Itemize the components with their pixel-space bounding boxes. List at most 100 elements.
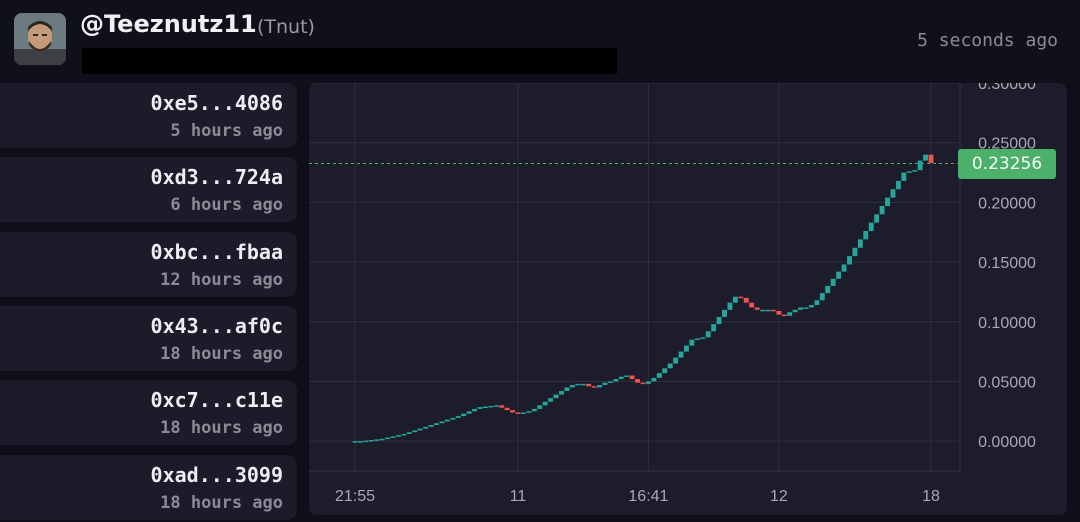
- candle: [847, 256, 852, 265]
- candle: [613, 379, 619, 382]
- candle: [385, 437, 391, 440]
- trade-address: 0xe5...4086: [150, 91, 283, 115]
- redacted-bar: [82, 48, 617, 74]
- y-tick-label: 0.30000: [978, 83, 1036, 93]
- trade-item[interactable]: 0xd3...724a 6 hours ago: [0, 157, 297, 222]
- trade-item[interactable]: 0xad...3099 18 hours ago: [0, 455, 297, 520]
- candle: [401, 433, 407, 436]
- candle: [803, 307, 809, 309]
- candle: [363, 440, 369, 443]
- candle: [754, 307, 760, 310]
- candle: [738, 296, 744, 299]
- y-tick-label: 0.10000: [978, 315, 1036, 332]
- candle: [852, 247, 858, 257]
- candle: [798, 307, 804, 310]
- candle: [890, 189, 896, 198]
- x-tick-label: 12: [770, 488, 788, 505]
- trade-address: 0xad...3099: [150, 463, 283, 487]
- candle: [912, 170, 918, 172]
- current-price-tag: 0.23256: [958, 148, 1056, 179]
- candle: [629, 375, 635, 380]
- candle: [656, 373, 662, 378]
- candle: [444, 419, 450, 422]
- candle: [526, 411, 532, 413]
- trade-item[interactable]: 0xe5...4086 5 hours ago: [0, 83, 297, 148]
- candle: [879, 205, 885, 215]
- candle: [406, 432, 412, 434]
- candle: [493, 405, 499, 407]
- candle: [450, 417, 456, 420]
- candle: [673, 357, 679, 364]
- candle: [857, 239, 863, 248]
- candle: [504, 407, 510, 411]
- candle: [640, 382, 646, 385]
- price-chart-svg: 0.000000.050000.100000.150000.200000.250…: [309, 83, 1036, 505]
- candle: [466, 411, 472, 414]
- candle: [700, 337, 706, 339]
- candle: [689, 339, 695, 346]
- candle: [461, 413, 467, 417]
- candle: [537, 405, 543, 409]
- candle: [542, 401, 548, 406]
- candle: [569, 385, 575, 388]
- candle: [705, 331, 711, 338]
- candle: [374, 439, 380, 441]
- candle: [792, 309, 798, 313]
- candle: [390, 436, 396, 438]
- trade-time: 18 hours ago: [160, 418, 283, 438]
- candle: [379, 438, 385, 441]
- candle: [488, 405, 494, 408]
- candle: [678, 351, 684, 358]
- candle: [727, 302, 733, 310]
- candle: [510, 410, 516, 413]
- candle: [868, 222, 874, 232]
- candle: [765, 309, 771, 312]
- candle: [531, 408, 537, 412]
- trade-time: 18 hours ago: [160, 493, 283, 513]
- candle: [417, 428, 423, 431]
- candle: [607, 381, 613, 383]
- candle: [770, 309, 776, 312]
- candle: [472, 408, 477, 412]
- y-tick-label: 0.15000: [978, 255, 1036, 272]
- price-chart[interactable]: 0.00000 0.05000 0.10000 0.15000 0.20000 0.250…: [309, 83, 1067, 515]
- candle: [895, 180, 901, 190]
- trade-item[interactable]: 0xc7...c11e 18 hours ago: [0, 380, 297, 445]
- candle: [580, 383, 586, 386]
- candle: [711, 324, 717, 332]
- candle: [597, 385, 602, 388]
- candle: [477, 407, 483, 409]
- avatar[interactable]: [14, 13, 66, 65]
- candle: [635, 379, 641, 383]
- candle: [841, 264, 847, 272]
- candle: [760, 309, 765, 312]
- trade-item[interactable]: 0x43...af0c 18 hours ago: [0, 306, 297, 371]
- trade-item[interactable]: 0xbc...fbaa 12 hours ago: [0, 232, 297, 297]
- trade-time: 5 hours ago: [170, 121, 283, 141]
- candle: [722, 309, 727, 317]
- candle: [667, 363, 673, 369]
- candle: [455, 416, 461, 418]
- candle: [901, 172, 907, 181]
- candle: [716, 316, 722, 325]
- username[interactable]: @Teeznutz11: [80, 10, 257, 38]
- trade-address: 0xd3...724a: [150, 165, 283, 189]
- candle: [662, 368, 668, 374]
- x-tick-label: 11: [510, 488, 527, 505]
- candle: [830, 278, 836, 286]
- candle: [423, 426, 429, 429]
- candle: [743, 297, 749, 303]
- candle: [781, 314, 787, 317]
- trade-address: 0xc7...c11e: [150, 388, 283, 412]
- candle: [564, 387, 570, 392]
- candle: [874, 214, 880, 223]
- candle: [776, 311, 782, 315]
- candle: [521, 412, 526, 415]
- candle: [368, 439, 374, 442]
- candle: [553, 394, 559, 399]
- candle: [559, 391, 564, 395]
- candle: [814, 300, 820, 306]
- candle: [624, 375, 630, 377]
- candle: [825, 285, 831, 294]
- candle: [591, 386, 597, 388]
